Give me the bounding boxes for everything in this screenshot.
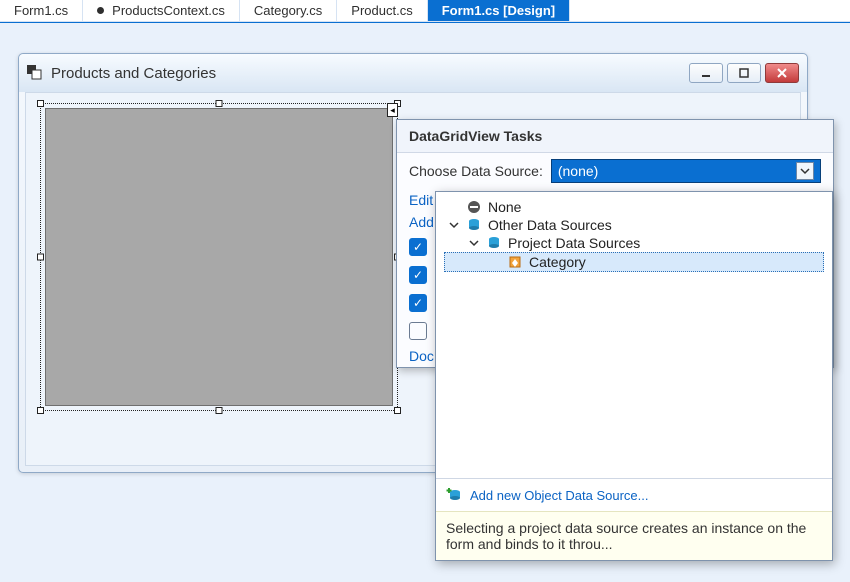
- tab-label: Product.cs: [351, 3, 412, 18]
- expander-expanded-icon[interactable]: [468, 238, 480, 248]
- window-controls: [689, 63, 799, 83]
- smart-tag-glyph[interactable]: ◂: [387, 103, 398, 117]
- datasource-tree[interactable]: None Other Data Sources Project Data Sou: [436, 192, 832, 478]
- chevron-down-icon[interactable]: [796, 162, 814, 180]
- none-icon: [466, 199, 482, 215]
- tree-node-project-datasources[interactable]: Project Data Sources: [444, 234, 824, 252]
- tab-productscontext-cs[interactable]: ProductsContext.cs: [83, 0, 240, 21]
- checkbox-icon[interactable]: ✓: [409, 266, 427, 284]
- datasource-hint-text: Selecting a project data source creates …: [436, 511, 832, 560]
- tree-node-label: Other Data Sources: [488, 217, 612, 233]
- add-new-datasource-label: Add new Object Data Source...: [470, 488, 648, 503]
- choose-datasource-label: Choose Data Source:: [409, 163, 543, 179]
- tab-label: Form1.cs [Design]: [442, 3, 555, 18]
- database-icon: [466, 217, 482, 233]
- tab-label: Category.cs: [254, 3, 322, 18]
- tree-node-label: Project Data Sources: [508, 235, 640, 251]
- tab-form1-cs[interactable]: Form1.cs: [0, 0, 83, 21]
- checkbox-icon[interactable]: [409, 322, 427, 340]
- choose-datasource-row: Choose Data Source: (none): [397, 153, 833, 189]
- document-tabs: Form1.cs ProductsContext.cs Category.cs …: [0, 0, 850, 22]
- datagridview-selection[interactable]: ◂: [40, 103, 398, 411]
- tab-form1-design[interactable]: Form1.cs [Design]: [428, 0, 570, 21]
- close-button[interactable]: [765, 63, 799, 83]
- add-database-icon: [446, 487, 462, 503]
- resize-handle[interactable]: [37, 407, 44, 414]
- designer-canvas[interactable]: Products and Categories: [0, 22, 850, 582]
- tree-node-label: None: [488, 199, 521, 215]
- form-icon: [27, 65, 43, 81]
- dirty-dot-icon: [97, 7, 104, 14]
- expander-expanded-icon[interactable]: [448, 220, 460, 230]
- tree-node-none[interactable]: None: [444, 198, 824, 216]
- datasource-selected-value: (none): [558, 163, 598, 179]
- minimize-button[interactable]: [689, 63, 723, 83]
- checkbox-icon[interactable]: ✓: [409, 294, 427, 312]
- form-title: Products and Categories: [51, 65, 689, 82]
- resize-handle[interactable]: [216, 100, 223, 107]
- checkbox-icon[interactable]: ✓: [409, 238, 427, 256]
- form-titlebar: Products and Categories: [19, 54, 807, 92]
- tab-product-cs[interactable]: Product.cs: [337, 0, 427, 21]
- datasource-dropdown-footer: Add new Object Data Source... Selecting …: [436, 478, 832, 560]
- tab-label: Form1.cs: [14, 3, 68, 18]
- tree-node-category[interactable]: Category: [444, 252, 824, 272]
- datasource-combobox[interactable]: (none): [551, 159, 821, 183]
- database-icon: [486, 235, 502, 251]
- tab-category-cs[interactable]: Category.cs: [240, 0, 337, 21]
- resize-handle[interactable]: [37, 254, 44, 261]
- tree-node-other-datasources[interactable]: Other Data Sources: [444, 216, 824, 234]
- tasks-header: DataGridView Tasks: [397, 120, 833, 153]
- class-icon: [507, 254, 523, 270]
- add-new-datasource-link[interactable]: Add new Object Data Source...: [436, 479, 832, 511]
- tree-node-label: Category: [529, 254, 586, 270]
- tab-label: ProductsContext.cs: [112, 3, 225, 18]
- resize-handle[interactable]: [394, 407, 401, 414]
- datagridview-control[interactable]: [45, 108, 393, 406]
- maximize-button[interactable]: [727, 63, 761, 83]
- resize-handle[interactable]: [216, 407, 223, 414]
- datasource-dropdown: None Other Data Sources Project Data Sou: [435, 191, 833, 561]
- resize-handle[interactable]: [37, 100, 44, 107]
